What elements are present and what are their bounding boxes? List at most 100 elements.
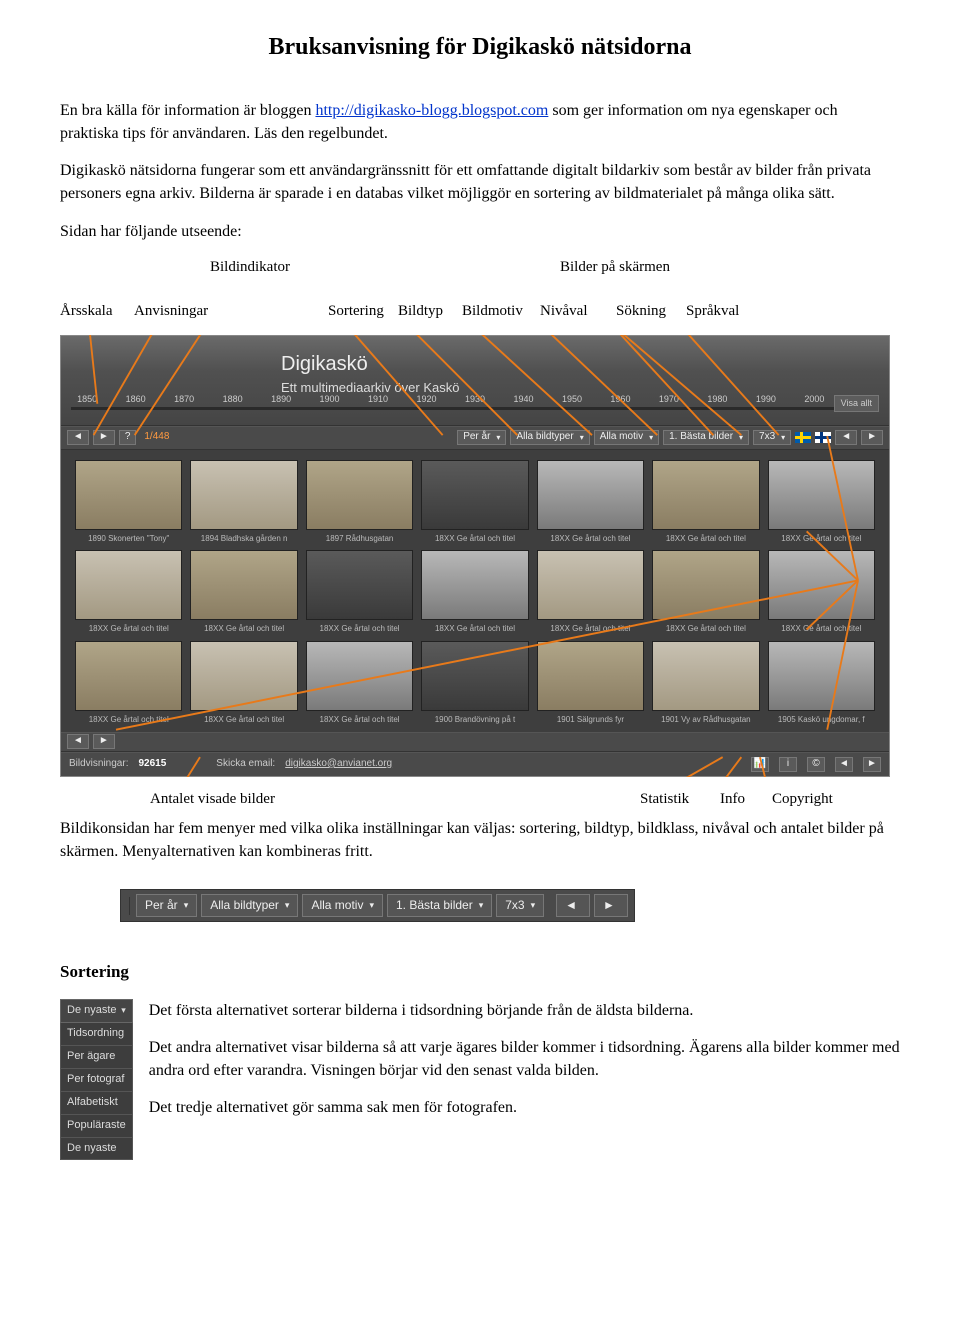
thumbnail-cell[interactable]: 18XX Ge årtal och titel — [190, 641, 297, 726]
sorting-menu-item[interactable]: De nyaste — [60, 1138, 133, 1161]
nav-prev-button-2[interactable]: ◄ — [835, 430, 857, 445]
nav-prev-button[interactable]: ◄ — [67, 430, 89, 445]
nav-next-button[interactable]: ► — [93, 430, 115, 445]
label-nivaval: Nivåval — [540, 301, 587, 323]
sorting-menu-selected[interactable]: De nyaste — [60, 999, 133, 1023]
thumbnail-cell[interactable]: 18XX Ge årtal och titel — [190, 550, 297, 635]
year-scale[interactable]: 1850 1860 1870 1880 1890 1900 1910 1920 … — [71, 393, 879, 421]
thumbnail-cell[interactable]: 1900 Brandövning på t — [421, 641, 528, 726]
mini-toolbar-screenshot: Per år Alla bildtyper Alla motiv 1. Bäst… — [120, 889, 635, 922]
flag-fi-icon[interactable] — [815, 432, 831, 443]
thumbnail-grid: 1890 Skonerten "Tony" 1894 Bladhska gård… — [61, 450, 889, 732]
label-sortering: Sortering — [328, 301, 384, 323]
thumbnail-cell[interactable]: 1901 Sälgrunds fyr — [537, 641, 644, 726]
intro-paragraph-1: En bra källa för information är bloggen … — [60, 99, 900, 145]
thumbnail-cell[interactable]: 18XX Ge årtal och titel — [652, 460, 759, 545]
nav-prev-button-4[interactable]: ◄ — [835, 757, 853, 772]
year-tick[interactable]: 1890 — [271, 393, 291, 406]
mini-nav-next[interactable]: ► — [594, 894, 628, 917]
thumbnail-cell[interactable]: 1901 Vy av Rådhusgatan — [652, 641, 759, 726]
year-tick[interactable]: 1980 — [707, 393, 727, 406]
thumbnail-cell[interactable]: 18XX Ge årtal och titel — [537, 460, 644, 545]
label-bildmotiv: Bildmotiv — [462, 301, 523, 323]
sorting-heading: Sortering — [60, 960, 900, 985]
stats-icon[interactable]: 📊 — [751, 757, 769, 772]
sorting-menu-item[interactable]: Tidsordning — [60, 1023, 133, 1046]
blog-link[interactable]: http://digikasko-blogg.blogspot.com — [315, 102, 548, 119]
show-all-button[interactable]: Visa allt — [834, 395, 879, 412]
mini-level-dropdown[interactable]: 1. Bästa bilder — [387, 894, 492, 917]
mini-nav-prev[interactable]: ◄ — [556, 894, 590, 917]
year-tick[interactable]: 1850 — [77, 393, 97, 406]
year-tick[interactable]: 2000 — [804, 393, 824, 406]
thumbnail-cell[interactable]: 18XX Ge årtal och titel — [537, 550, 644, 635]
thumbnail-cell[interactable]: 18XX Ge årtal och titel — [306, 550, 413, 635]
level-dropdown[interactable]: 1. Bästa bilder — [663, 430, 749, 445]
info-icon[interactable]: i — [779, 757, 797, 772]
nav-next-button-4[interactable]: ► — [863, 757, 881, 772]
sorting-menu-item[interactable]: Populäraste — [60, 1115, 133, 1138]
year-tick[interactable]: 1940 — [513, 393, 533, 406]
nav-prev-button-3[interactable]: ◄ — [67, 734, 89, 749]
annotation-labels-top: Bildindikator Bilder på skärmen Årsskala… — [60, 257, 900, 335]
app-footer: Bildvisningar: 92615 Skicka email: digik… — [61, 752, 889, 776]
page-indicator: 1/448 — [144, 430, 169, 445]
thumbnail-cell[interactable]: 18XX Ge årtal och titel — [768, 550, 875, 635]
thumbnail-cell[interactable]: 18XX Ge årtal och titel — [421, 550, 528, 635]
year-tick[interactable]: 1910 — [368, 393, 388, 406]
year-tick[interactable]: 1930 — [465, 393, 485, 406]
nav-next-button-3[interactable]: ► — [93, 734, 115, 749]
year-tick[interactable]: 1920 — [417, 393, 437, 406]
help-button[interactable]: ? — [119, 430, 137, 445]
year-tick[interactable]: 1960 — [610, 393, 630, 406]
intro-paragraph-2: Digikaskö nätsidorna fungerar som ett an… — [60, 159, 900, 205]
sorting-menu-item[interactable]: Alfabetiskt — [60, 1092, 133, 1115]
label-statistik: Statistik — [640, 789, 689, 811]
app-screenshot: Digikaskö Ett multimediaarkiv över Kaskö… — [60, 335, 890, 777]
thumbnail-cell[interactable]: 1905 Kaskö ungdomar, f — [768, 641, 875, 726]
app-brand: Digikaskö — [281, 350, 459, 379]
intro-text-before: En bra källa för information är bloggen — [60, 102, 315, 119]
sorting-menu-item[interactable]: Per ägare — [60, 1046, 133, 1069]
mini-motif-dropdown[interactable]: Alla motiv — [302, 894, 383, 917]
paragraph-menus: Bildikonsidan har fem menyer med vilka o… — [60, 817, 900, 863]
thumbnail-cell[interactable]: 1897 Rådhusgatan — [306, 460, 413, 545]
thumbnail-cell[interactable]: 18XX Ge årtal och titel — [421, 460, 528, 545]
email-label: Skicka email: — [216, 757, 275, 772]
screenshot-figure-wrapper: Digikaskö Ett multimediaarkiv över Kaskö… — [60, 335, 900, 777]
thumbnail-cell[interactable]: 18XX Ge årtal och titel — [75, 550, 182, 635]
mini-layout-dropdown[interactable]: 7x3 — [496, 894, 544, 917]
flag-se-icon[interactable] — [795, 432, 811, 443]
year-tick[interactable]: 1990 — [756, 393, 776, 406]
mid-nav-bar: ◄ ► — [61, 732, 889, 752]
thumbnail-cell[interactable]: 1890 Skonerten "Tony" — [75, 460, 182, 545]
year-tick[interactable]: 1950 — [562, 393, 582, 406]
year-tick[interactable]: 1900 — [320, 393, 340, 406]
thumbnail-cell[interactable]: 18XX Ge årtal och titel — [652, 550, 759, 635]
label-bildindikator: Bildindikator — [210, 257, 290, 279]
copyright-icon[interactable]: © — [807, 757, 825, 772]
mini-sort-dropdown[interactable]: Per år — [136, 894, 197, 917]
imagetype-dropdown[interactable]: Alla bildtyper — [510, 430, 589, 445]
year-tick[interactable]: 1870 — [174, 393, 194, 406]
label-arsskala: Årsskala — [60, 301, 113, 323]
email-link[interactable]: digikasko@anvianet.org — [285, 757, 392, 772]
thumbnail-cell[interactable]: 18XX Ge årtal och titel — [768, 460, 875, 545]
nav-next-button-2[interactable]: ► — [861, 430, 883, 445]
motif-dropdown[interactable]: Alla motiv — [594, 430, 659, 445]
sorting-description: Det första alternativet sorterar bildern… — [149, 999, 900, 1134]
thumbnail-cell[interactable]: 18XX Ge årtal och titel — [75, 641, 182, 726]
sorting-menu-item[interactable]: Per fotograf — [60, 1069, 133, 1092]
sort-dropdown[interactable]: Per år — [457, 430, 506, 445]
year-tick[interactable]: 1860 — [126, 393, 146, 406]
thumbnail-cell[interactable]: 1894 Bladhska gården n — [190, 460, 297, 545]
thumbnail-cell[interactable]: 18XX Ge årtal och titel — [306, 641, 413, 726]
label-bilder-pa-skarmen: Bilder på skärmen — [560, 257, 670, 279]
sorting-p1: Det första alternativet sorterar bildern… — [149, 999, 900, 1022]
year-tick[interactable]: 1970 — [659, 393, 679, 406]
label-anvisningar: Anvisningar — [134, 301, 208, 323]
mini-imagetype-dropdown[interactable]: Alla bildtyper — [201, 894, 298, 917]
year-tick[interactable]: 1880 — [223, 393, 243, 406]
page-title: Bruksanvisning för Digikaskö nätsidorna — [60, 30, 900, 65]
layout-dropdown[interactable]: 7x3 — [753, 430, 791, 445]
